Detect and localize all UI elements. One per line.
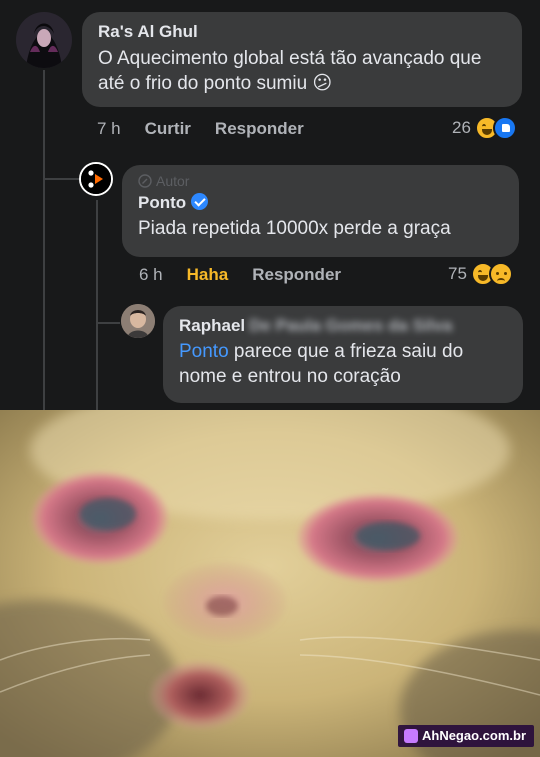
comment-author-row: Ponto	[138, 193, 505, 213]
author-badge-label: Autor	[156, 173, 190, 189]
comment-author[interactable]: Ra's Al Ghul	[98, 22, 508, 42]
verified-badge-icon	[191, 193, 209, 210]
comment-author[interactable]: Ponto	[138, 193, 186, 212]
ponto-logo-icon	[81, 164, 111, 194]
watermark-text: AhNegao.com.br	[421, 728, 526, 743]
thread-line-branch	[96, 322, 120, 324]
like-reaction-icon	[492, 116, 517, 140]
sad-reaction-icon	[488, 262, 513, 286]
comment-author-blurred: De Paula Gomes da Silva	[249, 316, 453, 335]
comment-text: O Aquecimento global está tão avançado q…	[98, 48, 482, 94]
comment-text: Piada repetida 10000x perde a graça	[138, 218, 451, 239]
comment-bubble: Raphael De Paula Gomes da Silva Ponto pa…	[163, 306, 523, 403]
reaction-summary[interactable]: 26	[452, 116, 517, 140]
mention-link[interactable]: Ponto	[179, 341, 229, 362]
watermark: AhNegao.com.br	[397, 725, 534, 747]
comment-bubble: Ra's Al Ghul O Aquecimento global está t…	[82, 12, 522, 107]
site-logo-icon	[403, 728, 418, 743]
avatar-image	[121, 304, 155, 338]
avatar[interactable]	[16, 12, 72, 68]
comment-actions: 7 h Curtir Responder	[97, 119, 328, 139]
thread-line-branch	[43, 178, 79, 180]
comment-bubble: Autor Ponto Piada repetida 10000x perde …	[122, 165, 519, 257]
comment-timestamp[interactable]: 7 h	[97, 119, 121, 139]
reply-button[interactable]: Responder	[252, 265, 341, 285]
haha-button[interactable]: Haha	[187, 265, 229, 285]
crying-cat-image	[0, 410, 540, 757]
pencil-icon	[138, 174, 152, 188]
reaction-count: 75	[448, 264, 467, 283]
meme-image: AhNegao.com.br	[0, 410, 540, 757]
avatar[interactable]	[79, 162, 113, 196]
comment-actions: 6 h Haha Responder	[139, 265, 365, 285]
reply-button[interactable]: Responder	[215, 119, 304, 139]
comment-thread: Ra's Al Ghul O Aquecimento global está t…	[0, 0, 540, 410]
like-button[interactable]: Curtir	[145, 119, 191, 139]
comment-author-row: Raphael De Paula Gomes da Silva	[179, 316, 509, 336]
author-badge: Autor	[138, 173, 505, 189]
comment-author[interactable]: Raphael	[179, 316, 245, 336]
avatar[interactable]	[121, 304, 155, 338]
reaction-summary[interactable]: 75	[448, 262, 513, 286]
avatar-image	[16, 12, 72, 68]
thread-line	[96, 200, 98, 410]
reaction-count: 26	[452, 118, 471, 137]
thread-line	[43, 70, 45, 410]
comment-text: Ponto parece que a frieza saiu do nome e…	[179, 339, 509, 389]
comment-timestamp[interactable]: 6 h	[139, 265, 163, 285]
